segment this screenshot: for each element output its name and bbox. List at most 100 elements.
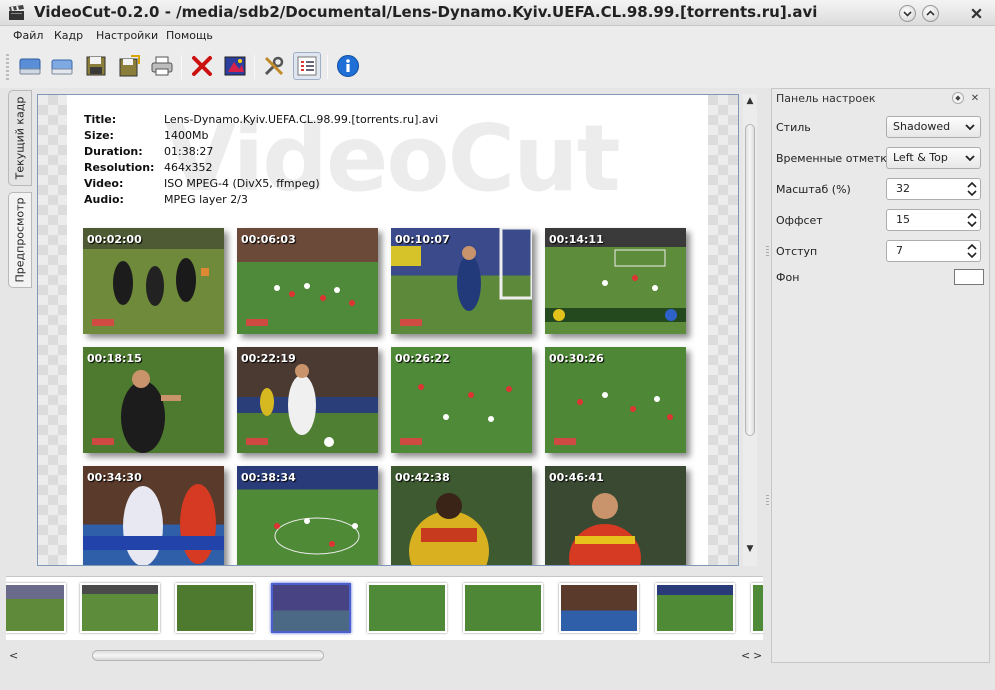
channel-logo — [246, 319, 268, 326]
print-button[interactable] — [148, 52, 176, 80]
list-view-button[interactable] — [293, 52, 321, 80]
toolbar-separator — [327, 55, 328, 79]
float-panel-button[interactable]: ◆ — [952, 92, 964, 104]
settings-panel: Панель настроек ◆ ✕ Стиль Shadowed Време… — [771, 88, 990, 663]
chevron-down-icon — [965, 124, 975, 131]
preview-page: VideoCut Title: Lens-Dynamo.Kyiv.UEFA.CL… — [67, 95, 708, 565]
thumbnail[interactable]: 00:46:41 — [545, 466, 686, 565]
save-button[interactable] — [82, 52, 110, 80]
splitter-handle[interactable] — [766, 495, 769, 505]
filmstrip-frame[interactable] — [367, 583, 447, 633]
timestamp: 00:06:03 — [241, 233, 296, 246]
close-button[interactable] — [968, 5, 985, 22]
thumbnail[interactable]: 00:18:15 — [83, 347, 224, 453]
channel-logo — [400, 438, 422, 445]
save-all-button[interactable] — [115, 52, 143, 80]
spin-arrows-icon[interactable] — [967, 243, 977, 259]
minimize-button[interactable] — [899, 5, 916, 22]
background-color-button[interactable] — [954, 269, 984, 285]
style-label: Стиль — [776, 121, 811, 134]
open-icon — [19, 58, 41, 75]
tools-button[interactable] — [260, 52, 288, 80]
close-icon — [971, 8, 982, 19]
menu-frame[interactable]: Кадр — [54, 29, 83, 42]
filmstrip-frame-selected[interactable] — [271, 583, 351, 633]
channel-logo — [400, 319, 422, 326]
scroll-left-arrow[interactable]: < — [741, 649, 750, 662]
toolbar — [0, 46, 995, 88]
tab-preview[interactable]: Предпросмотр — [8, 192, 32, 288]
open-folder-button[interactable] — [48, 52, 76, 80]
chevron-up-icon — [926, 10, 935, 16]
indent-spinbox[interactable]: 7 — [886, 240, 981, 262]
info-value: 01:38:27 — [164, 145, 214, 158]
thumbnail[interactable]: 00:26:22 — [391, 347, 532, 453]
filmstrip-frame[interactable] — [175, 583, 255, 633]
info-value: 464x352 — [164, 161, 213, 174]
delete-button[interactable] — [188, 52, 216, 80]
filmstrip-horizontal-scrollbar[interactable]: < < > — [6, 648, 763, 664]
toolbar-grip[interactable] — [6, 54, 9, 80]
delete-icon — [192, 56, 212, 76]
print-icon — [151, 56, 173, 76]
style-combobox[interactable]: Shadowed — [886, 116, 981, 138]
filmstrip-frame[interactable] — [751, 583, 763, 633]
filmstrip-frame[interactable] — [559, 583, 639, 633]
thumbnail[interactable]: 00:22:19 — [237, 347, 378, 453]
thumbnail[interactable]: 00:30:26 — [545, 347, 686, 453]
maximize-button[interactable] — [922, 5, 939, 22]
list-icon — [297, 56, 317, 76]
thumbnail[interactable]: 00:10:07 — [391, 228, 532, 334]
timestamp: 00:34:30 — [87, 471, 142, 484]
channel-logo — [92, 319, 114, 326]
filmstrip-frame[interactable] — [80, 583, 160, 633]
menu-file[interactable]: Файл — [13, 29, 43, 42]
info-button[interactable] — [334, 52, 362, 80]
offset-label: Оффсет — [776, 214, 823, 227]
offset-spinbox[interactable]: 15 — [886, 209, 981, 231]
info-icon — [337, 55, 359, 77]
thumbnail[interactable]: 00:14:11 — [545, 228, 686, 334]
timestamp: 00:22:19 — [241, 352, 296, 365]
toolbar-separator — [254, 55, 255, 79]
timestamp: 00:18:15 — [87, 352, 142, 365]
timestamp: 00:26:22 — [395, 352, 450, 365]
open-button[interactable] — [16, 52, 44, 80]
scroll-up-arrow[interactable]: ▲ — [743, 94, 757, 108]
info-key: Size: — [84, 129, 114, 142]
menu-settings[interactable]: Настройки — [96, 29, 158, 42]
filmstrip-frame[interactable] — [655, 583, 735, 633]
tab-current-frame-label: Текущий кадр — [13, 96, 27, 180]
filmstrip-frame[interactable] — [6, 583, 66, 633]
timestamps-combobox[interactable]: Left & Top — [886, 147, 981, 169]
timestamps-value: Left & Top — [893, 151, 948, 164]
scrollbar-thumb[interactable] — [92, 650, 324, 661]
scroll-left-arrow[interactable]: < — [9, 649, 18, 662]
save-icon — [86, 56, 106, 76]
spin-arrows-icon[interactable] — [967, 212, 977, 228]
scrollbar-thumb[interactable] — [745, 124, 755, 436]
tab-preview-label: Предпросмотр — [13, 197, 27, 283]
thumbnail[interactable]: 00:02:00 — [83, 228, 224, 334]
filmstrip-frame[interactable] — [463, 583, 543, 633]
float-icon: ◆ — [955, 94, 961, 102]
menu-bar: Файл Кадр Настройки Помощь — [0, 26, 995, 46]
thumbnail[interactable]: 00:06:03 — [237, 228, 378, 334]
tools-icon — [264, 56, 284, 76]
preview-vertical-scrollbar[interactable]: ▲ ▼ — [743, 94, 757, 566]
splitter-handle[interactable] — [766, 246, 769, 256]
tab-current-frame[interactable]: Текущий кадр — [8, 90, 32, 186]
spin-arrows-icon[interactable] — [967, 181, 977, 197]
thumbnail[interactable]: 00:42:38 — [391, 466, 532, 565]
menu-help[interactable]: Помощь — [166, 29, 213, 42]
scale-spinbox[interactable]: 32 — [886, 178, 981, 200]
close-icon: ✕ — [970, 92, 980, 104]
close-panel-button[interactable]: ✕ — [969, 92, 981, 104]
info-key: Audio: — [84, 193, 124, 206]
thumbnail[interactable]: 00:38:34 — [237, 466, 378, 565]
scroll-down-arrow[interactable]: ▼ — [743, 542, 757, 556]
image-button[interactable] — [221, 52, 249, 80]
thumbnail[interactable]: 00:34:30 — [83, 466, 224, 565]
scroll-right-arrow[interactable]: > — [753, 649, 762, 662]
scale-label: Масштаб (%) — [776, 183, 851, 196]
